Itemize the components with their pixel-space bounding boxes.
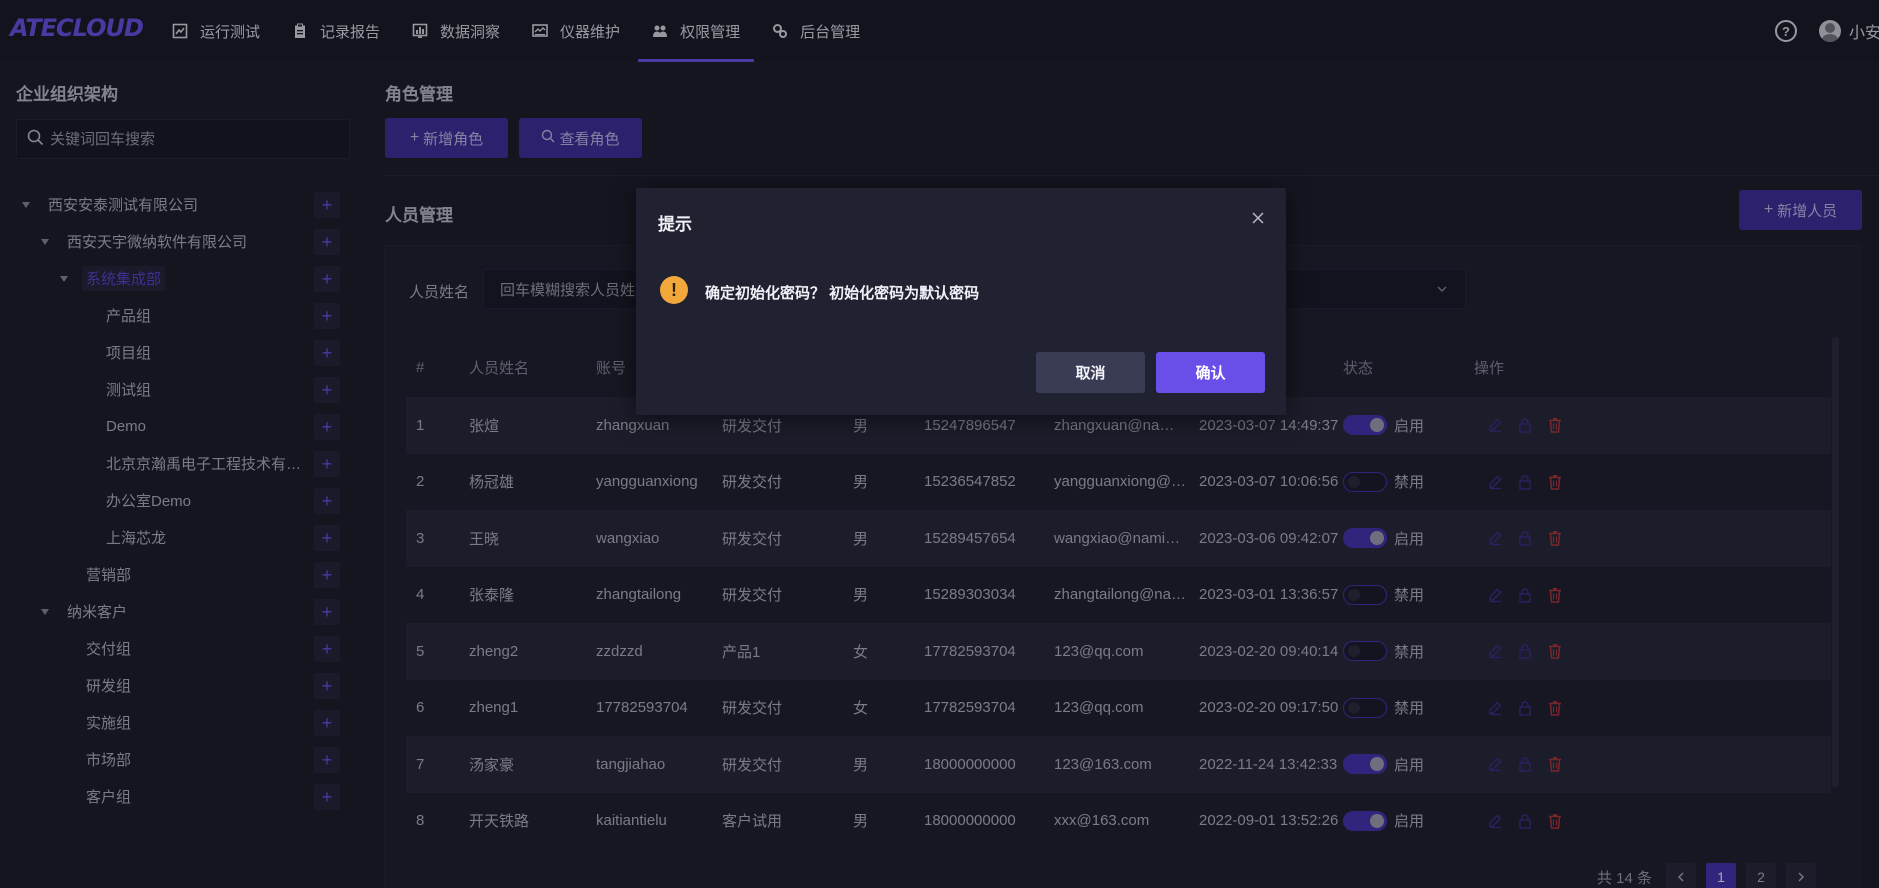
confirm-dialog: 提示 ! 确定初始化密码？ 初始化密码为默认密码 取消 确认 — [636, 188, 1286, 415]
cancel-button[interactable]: 取消 — [1036, 352, 1145, 393]
close-icon[interactable] — [1250, 210, 1266, 226]
warning-icon: ! — [660, 276, 688, 304]
dialog-message: 确定初始化密码？ 初始化密码为默认密码 — [705, 285, 980, 302]
modal-overlay[interactable] — [0, 0, 1879, 888]
dialog-title: 提示 — [658, 215, 692, 234]
confirm-button[interactable]: 确认 — [1156, 352, 1265, 393]
